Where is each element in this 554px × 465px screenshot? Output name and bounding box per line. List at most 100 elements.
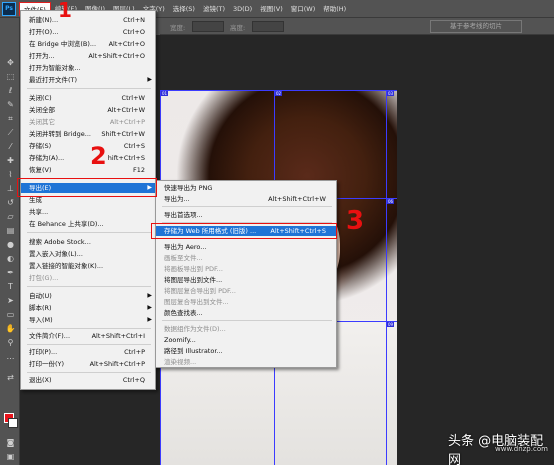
slice-label: 09 — [387, 322, 395, 327]
menu-separator — [27, 344, 151, 345]
slice-label: 02 — [275, 91, 283, 96]
menu-item-place-embedded[interactable]: 置入嵌入对象(L)... — [21, 249, 155, 259]
menu-item-generate[interactable]: 生成 — [21, 195, 155, 205]
menu-item-render-video: 渲染视频... — [164, 358, 197, 366]
photoshop-logo-icon: Ps — [2, 1, 16, 16]
height-field[interactable] — [252, 21, 284, 32]
menu-item-import[interactable]: 导入(M) ▶ — [21, 315, 155, 325]
menu-separator — [162, 238, 332, 239]
menu-separator — [27, 372, 151, 373]
menu-separator — [27, 232, 151, 233]
background-color-swatch[interactable] — [8, 418, 18, 428]
more-tools-icon[interactable]: … — [5, 352, 16, 361]
eraser-tool-icon[interactable]: ▱ — [5, 212, 16, 221]
menu-item-export-preferences[interactable]: 导出首选项... — [156, 210, 336, 220]
menu-item-artboards-to-files: 画板至文件... — [164, 254, 203, 262]
menu-item-open-smart-object[interactable]: 打开为智能对象... — [21, 63, 155, 73]
hand-tool-icon[interactable]: ✋ — [5, 324, 16, 333]
menu-item-package: 打包(G)... — [29, 274, 59, 282]
menu-3d[interactable]: 3D(D) — [229, 2, 256, 16]
menu-help[interactable]: 帮助(H) — [319, 2, 350, 16]
menu-item-save-as[interactable]: 存储为(A)... hift+Ctrl+S — [21, 153, 155, 163]
submenu-arrow-icon: ▶ — [147, 292, 152, 299]
width-field[interactable] — [192, 21, 224, 32]
clone-stamp-tool-icon[interactable]: ⊥ — [5, 184, 16, 193]
menu-separator — [27, 88, 151, 89]
menu-item-recent-files[interactable]: 最近打开文件(T) ▶ — [21, 75, 155, 85]
menu-item-search-stock[interactable]: 搜索 Adobe Stock... — [21, 237, 155, 247]
dodge-tool-icon[interactable]: ◐ — [5, 254, 16, 263]
menu-item-close[interactable]: 关闭(C) Ctrl+W — [21, 93, 155, 103]
menu-item-share-behance[interactable]: 在 Behance 上共享(D)... — [21, 219, 155, 229]
menu-item-share[interactable]: 共享... — [21, 207, 155, 217]
slice-label: 06 — [387, 199, 395, 204]
menu-item-layer-comps-to-pdf: 将图层复合导出到 PDF... — [164, 287, 236, 295]
menu-item-close-all[interactable]: 关闭全部 Alt+Ctrl+W — [21, 105, 155, 115]
watermark-url: www.dnzp.com — [495, 445, 548, 453]
menu-item-browse-bridge[interactable]: 在 Bridge 中浏览(B)... Alt+Ctrl+O — [21, 39, 155, 49]
zoom-tool-icon[interactable]: ⚲ — [5, 338, 16, 347]
menu-filter[interactable]: 滤镜(T) — [199, 2, 229, 16]
menu-item-quick-export-png[interactable]: 快速导出为 PNG — [156, 183, 336, 193]
tools-panel: ✥ ⬚ ℓ ✎ ⌗ ⟋ ⁄ ✚ ⌇ ⊥ ↺ ▱ ▤ ● ◐ ✒ T ➤ ▭ ✋ … — [0, 18, 20, 465]
slice-tool-icon[interactable]: ⟋ — [5, 128, 16, 137]
slices-from-guides-button[interactable]: 基于参考线的切片 — [430, 20, 522, 33]
menu-item-exit[interactable]: 退出(X) Ctrl+Q — [21, 375, 155, 385]
menu-item-new[interactable]: 新建(N)... Ctrl+N — [21, 15, 155, 25]
marquee-tool-icon[interactable]: ⬚ — [5, 72, 16, 81]
menu-item-data-sets-as-files: 数据组作为文件(D)... — [164, 325, 226, 333]
screen-mode-icon[interactable]: ▣ — [5, 452, 16, 461]
menu-separator — [162, 320, 332, 321]
width-label: 宽度: — [170, 24, 186, 32]
move-tool-icon[interactable]: ✥ — [5, 58, 16, 67]
menu-item-print-one[interactable]: 打印一份(Y) Alt+Shift+Ctrl+P — [21, 359, 155, 369]
export-submenu: 快速导出为 PNG 导出为... Alt+Shift+Ctrl+W 导出首选项..… — [155, 180, 337, 368]
quick-mask-icon[interactable]: ◙ — [5, 438, 16, 447]
healing-brush-tool-icon[interactable]: ✚ — [5, 156, 16, 165]
menu-item-revert[interactable]: 恢复(V) F12 — [21, 165, 155, 175]
menu-item-export-as[interactable]: 导出为... Alt+Shift+Ctrl+W — [156, 194, 336, 204]
blur-tool-icon[interactable]: ● — [5, 240, 16, 249]
menu-item-layer-comps-to-files: 图层复合导出到文件... — [164, 298, 229, 306]
path-select-tool-icon[interactable]: ➤ — [5, 296, 16, 305]
swap-colors-icon[interactable]: ⇄ — [5, 373, 16, 382]
menu-item-save-for-web[interactable]: 存储为 Web 所用格式 (旧版) ... Alt+Shift+Ctrl+S — [156, 226, 336, 236]
menu-window[interactable]: 窗口(W) — [287, 2, 320, 16]
pen-tool-icon[interactable]: ✒ — [5, 268, 16, 277]
menu-item-automate[interactable]: 自动(U) ▶ — [21, 291, 155, 301]
type-tool-icon[interactable]: T — [5, 282, 16, 291]
menu-item-place-linked[interactable]: 置入链接的智能对象(K)... — [21, 261, 155, 271]
menu-item-print[interactable]: 打印(P)... Ctrl+P — [21, 347, 155, 357]
crop-tool-icon[interactable]: ⌗ — [5, 114, 16, 123]
menu-separator — [162, 222, 332, 223]
guide-vertical-right — [386, 90, 387, 465]
menu-view[interactable]: 视图(V) — [256, 2, 287, 16]
file-menu-dropdown: 新建(N)... Ctrl+N 打开(O)... Ctrl+O 在 Bridge 中… — [20, 10, 156, 390]
menu-item-save[interactable]: 存储(S) Ctrl+S — [21, 141, 155, 151]
shape-tool-icon[interactable]: ▭ — [5, 310, 16, 319]
lasso-tool-icon[interactable]: ℓ — [5, 86, 16, 95]
slice-label: 03 — [387, 91, 395, 96]
submenu-arrow-icon: ▶ — [147, 76, 152, 83]
menu-item-color-lookup-tables[interactable]: 颜色查找表... — [156, 308, 336, 318]
menu-item-file-info[interactable]: 文件简介(F)... Alt+Shift+Ctrl+I — [21, 331, 155, 341]
eyedropper-tool-icon[interactable]: ⁄ — [5, 142, 16, 151]
menu-select[interactable]: 选择(S) — [169, 2, 199, 16]
menu-item-export[interactable]: 导出(E) ▶ — [21, 183, 155, 193]
quick-select-tool-icon[interactable]: ✎ — [5, 100, 16, 109]
menu-separator — [27, 328, 151, 329]
menu-item-close-go-bridge[interactable]: 关闭并转到 Bridge... Shift+Ctrl+W — [21, 129, 155, 139]
menu-item-scripts[interactable]: 脚本(R) ▶ — [21, 303, 155, 313]
menu-item-export-aero[interactable]: 导出为 Aero... — [156, 242, 336, 252]
menu-item-paths-to-illustrator[interactable]: 路径到 Illustrator... — [156, 346, 336, 356]
menu-item-open[interactable]: 打开(O)... Ctrl+O — [21, 27, 155, 37]
gradient-tool-icon[interactable]: ▤ — [5, 226, 16, 235]
submenu-arrow-icon: ▶ — [147, 184, 152, 191]
menu-item-layers-to-files[interactable]: 将图层导出到文件... — [156, 275, 336, 285]
slice-label: 01 — [161, 91, 169, 96]
history-brush-tool-icon[interactable]: ↺ — [5, 198, 16, 207]
brush-tool-icon[interactable]: ⌇ — [5, 170, 16, 179]
menu-item-open-as[interactable]: 打开为... Alt+Shift+Ctrl+O — [21, 51, 155, 61]
menu-item-zoomify[interactable]: Zoomify... — [156, 335, 336, 345]
menu-separator — [27, 178, 151, 179]
